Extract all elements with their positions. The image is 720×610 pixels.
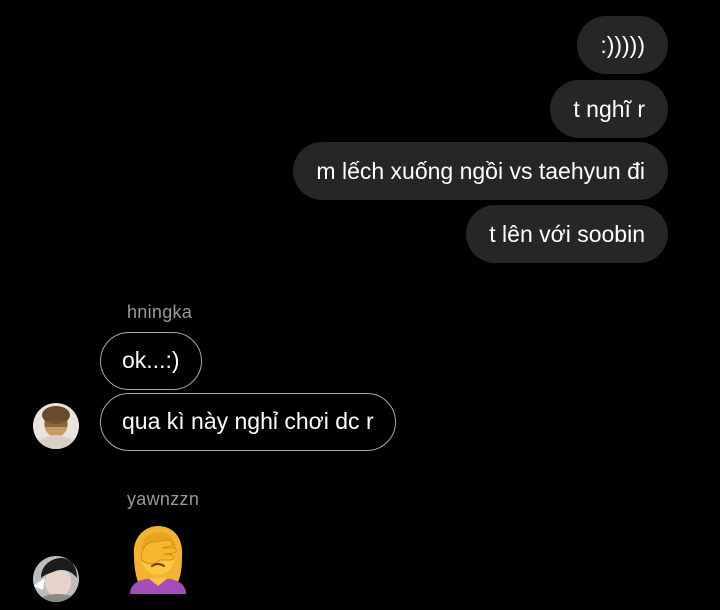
sender-name-yawnzzn: yawnzzn [127,489,200,509]
sender-name-hningka: hningka [127,302,193,322]
avatar-hningka[interactable] [33,403,79,449]
sent-message[interactable]: t nghĩ r [550,80,668,138]
received-message[interactable]: ok...:) [100,332,202,390]
avatar-yawnzzn[interactable] [33,556,79,602]
emoji-message[interactable] [122,522,194,594]
sent-message[interactable]: t lên với soobin [466,205,668,263]
message-text: ok...:) [122,347,180,373]
message-text: t nghĩ r [573,96,645,122]
sent-message[interactable]: :))))) [577,16,668,74]
avatar-image [33,403,79,449]
received-message[interactable]: qua kì này nghỉ chơi dc r [100,393,396,451]
message-text: m lếch xuống ngồi vs taehyun đi [316,158,645,184]
message-text: :))))) [600,32,645,58]
message-text: qua kì này nghỉ chơi dc r [122,408,374,434]
avatar-image [33,556,79,602]
woman-facepalming-icon [130,526,186,594]
message-text: t lên với soobin [489,221,645,247]
sent-message[interactable]: m lếch xuống ngồi vs taehyun đi [293,142,668,200]
